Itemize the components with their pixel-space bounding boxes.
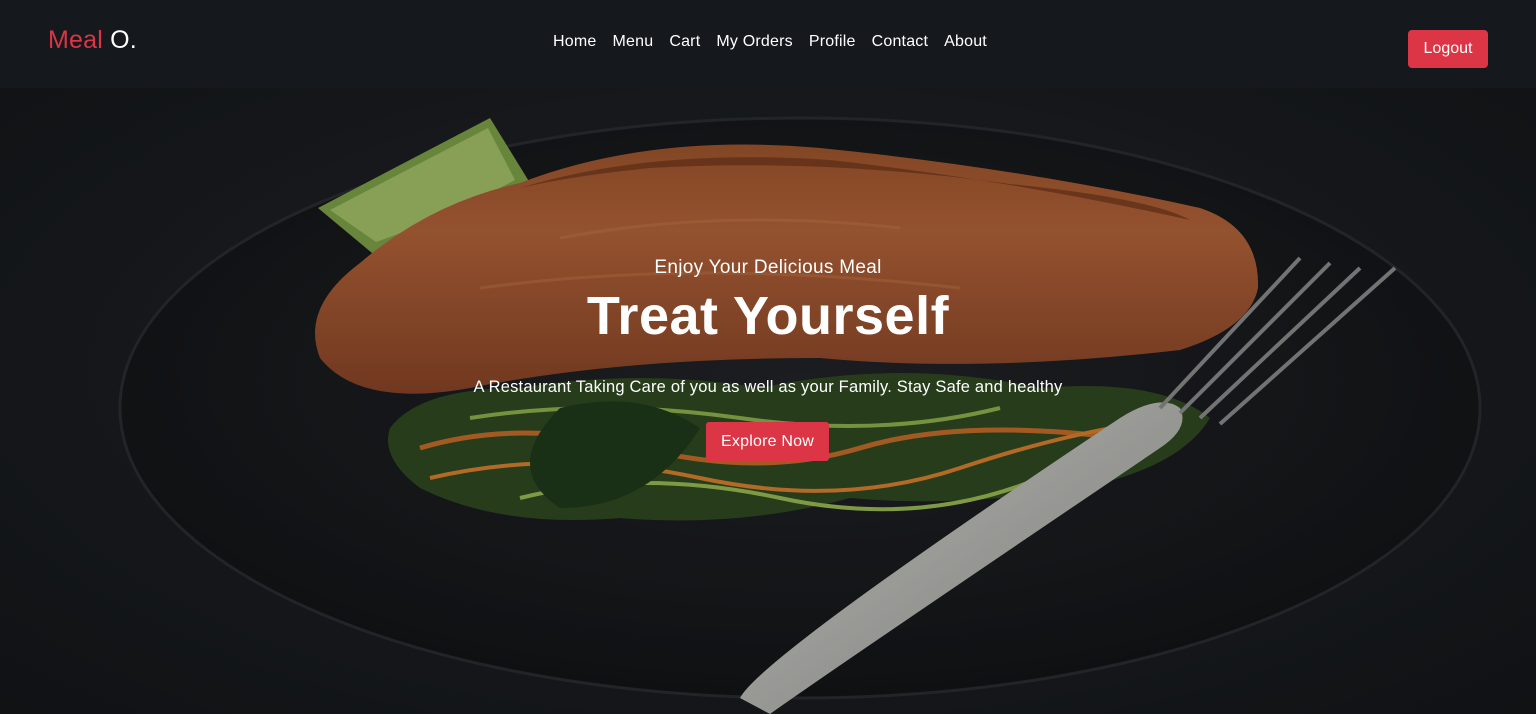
hero-title: Treat Yourself (586, 286, 950, 346)
brand-logo[interactable]: Meal O. (48, 24, 137, 56)
navbar: Meal O. Home Menu Cart My Orders Profile… (0, 0, 1536, 88)
hero-description: A Restaurant Taking Care of you as well … (473, 378, 1063, 396)
page: Meal O. Home Menu Cart My Orders Profile… (0, 0, 1536, 714)
nav-item-home[interactable]: Home (545, 30, 604, 54)
nav-item-about[interactable]: About (936, 30, 995, 54)
hero-content: Enjoy Your Delicious Meal Treat Yourself… (0, 88, 1536, 714)
explore-now-button[interactable]: Explore Now (706, 422, 829, 461)
logout-button[interactable]: Logout (1408, 30, 1488, 68)
brand-accent-text: Meal (48, 26, 103, 54)
nav-item-contact[interactable]: Contact (864, 30, 937, 54)
nav-item-profile[interactable]: Profile (801, 30, 864, 54)
nav-links: Home Menu Cart My Orders Profile Contact… (545, 30, 995, 54)
nav-item-my-orders[interactable]: My Orders (708, 30, 800, 54)
nav-item-menu[interactable]: Menu (604, 30, 661, 54)
hero-section: Enjoy Your Delicious Meal Treat Yourself… (0, 88, 1536, 714)
nav-item-cart[interactable]: Cart (661, 30, 708, 54)
brand-rest-text: O. (103, 26, 137, 54)
hero-subtitle: Enjoy Your Delicious Meal (654, 257, 882, 278)
